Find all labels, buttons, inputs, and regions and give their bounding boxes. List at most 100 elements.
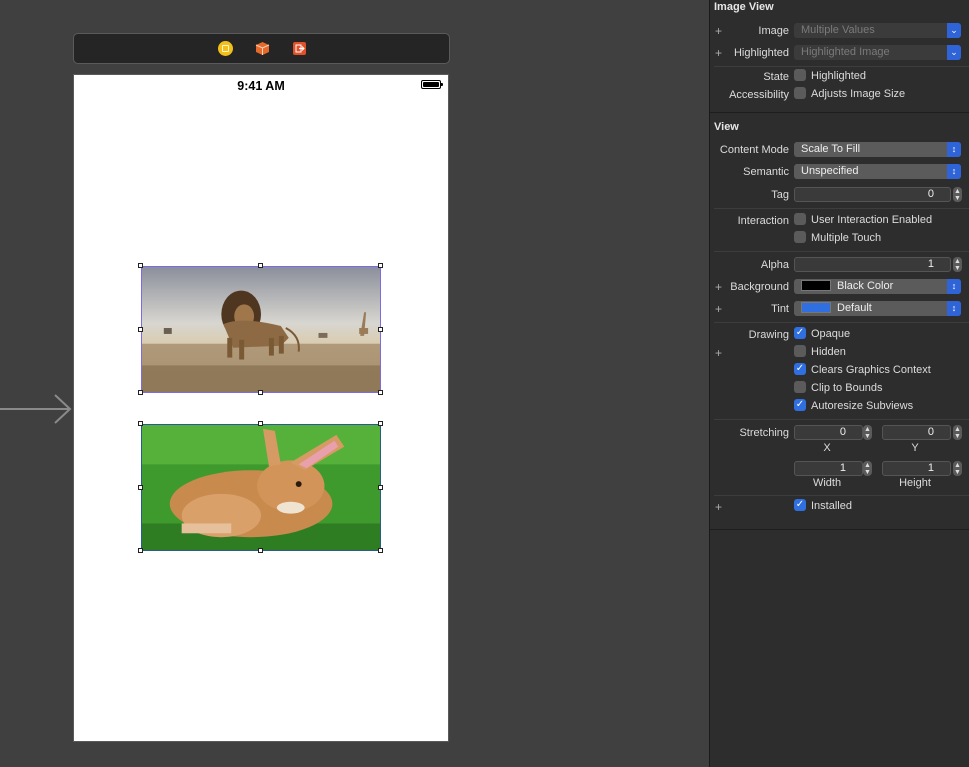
tint-color-swatch [801,301,831,313]
resize-handle[interactable] [378,421,383,426]
stretch-y-field[interactable]: 0 [882,425,951,440]
installed-label: Installed [811,500,852,512]
multiple-touch-row[interactable]: Multiple Touch [794,231,882,246]
stretch-width-field[interactable]: 1 [794,461,863,476]
clears-graphics-checkbox[interactable]: ✓ [794,363,806,376]
tag-stepper-icon[interactable]: ▲ ▼ [953,187,962,202]
chevron-updown-icon[interactable]: ↕ [947,164,961,179]
stretching-label: Stretching [739,427,789,439]
chevron-down-icon[interactable]: ⌄ [947,23,961,38]
add-variation-button[interactable]: + [715,302,722,316]
highlighted-checkbox[interactable] [794,69,806,82]
opaque-checkbox[interactable]: ✓ [794,327,806,340]
storyboard-canvas[interactable]: 9:41 AM [0,0,709,767]
clip-to-bounds-label: Clip to Bounds [811,382,883,394]
background-color-swatch [801,279,831,291]
image-combo[interactable]: Multiple Values ⌄ [794,23,961,38]
highlighted-combo-value: Highlighted Image [801,46,890,58]
adjusts-image-size-row[interactable]: Adjusts Image Size [794,87,906,102]
add-variation-button[interactable]: + [715,24,722,38]
semantic-label: Semantic [743,166,789,178]
hidden-checkbox[interactable] [794,345,806,358]
resize-handle[interactable] [138,263,143,268]
resize-handle[interactable] [138,390,143,395]
content-mode-label: Content Mode [719,144,789,156]
tint-label: Tint [771,303,789,315]
alpha-label: Alpha [760,259,789,271]
autoresize-row[interactable]: ✓ Autoresize Subviews [794,399,913,414]
entry-point-arrow-icon[interactable] [0,393,72,425]
stretch-width-stepper-icon[interactable]: ▲ ▼ [863,461,872,476]
image-combo-value: Multiple Values [801,24,875,36]
hidden-label: Hidden [811,346,846,358]
add-variation-button[interactable]: + [715,346,722,360]
alpha-stepper-icon[interactable]: ▲ ▼ [953,257,962,272]
autoresize-checkbox[interactable]: ✓ [794,399,806,412]
multiple-touch-label: Multiple Touch [811,232,882,244]
resize-handle[interactable] [138,327,143,332]
rabbit-photo [142,425,380,550]
view-controller-icon[interactable] [218,41,233,56]
clip-to-bounds-checkbox[interactable] [794,381,806,394]
stretch-height-stepper-icon[interactable]: ▲ ▼ [953,461,962,476]
resize-handle[interactable] [378,485,383,490]
interaction-label: Interaction [737,215,789,227]
resize-handle[interactable] [138,548,143,553]
hidden-row[interactable]: Hidden [794,345,846,360]
iphone-scene[interactable]: 9:41 AM [73,74,449,742]
attributes-inspector: Image View + Image Multiple Values ⌄ + H… [709,0,969,767]
resize-handle[interactable] [258,263,263,268]
resize-handle[interactable] [138,485,143,490]
divider [714,208,969,209]
stretch-x-field[interactable]: 0 [794,425,863,440]
clears-graphics-row[interactable]: ✓ Clears Graphics Context [794,363,931,378]
resize-handle[interactable] [258,390,263,395]
adjusts-image-size-checkbox[interactable] [794,87,806,100]
semantic-value: Unspecified [801,165,859,177]
image-label: Image [758,25,789,37]
add-variation-button[interactable]: + [715,280,722,294]
chevron-updown-icon[interactable]: ↕ [947,301,961,316]
clip-to-bounds-row[interactable]: Clip to Bounds [794,381,883,396]
installed-checkbox[interactable]: ✓ [794,499,806,512]
multiple-touch-checkbox[interactable] [794,231,806,244]
opaque-row[interactable]: ✓ Opaque [794,327,850,342]
content-mode-value: Scale To Fill [801,143,861,155]
scene-dock [73,33,450,64]
stretch-height-field[interactable]: 1 [882,461,951,476]
divider [714,322,969,323]
resize-handle[interactable] [258,548,263,553]
adjusts-image-size-label: Adjusts Image Size [811,88,906,100]
stretch-width-label: Width [812,477,842,489]
content-mode-popup[interactable]: Scale To Fill ↕ [794,142,961,157]
installed-row[interactable]: ✓ Installed [794,499,852,514]
alpha-field[interactable]: 1 [794,257,951,272]
chevron-updown-icon[interactable]: ↕ [947,142,961,157]
chevron-updown-icon[interactable]: ↕ [947,279,961,294]
add-variation-button[interactable]: + [715,46,722,60]
resize-handle[interactable] [258,421,263,426]
user-interaction-label: User Interaction Enabled [811,214,933,226]
first-responder-icon[interactable] [255,41,270,56]
stretch-x-stepper-icon[interactable]: ▲ ▼ [863,425,872,440]
user-interaction-row[interactable]: User Interaction Enabled [794,213,933,228]
exit-icon[interactable] [292,41,307,56]
resize-handle[interactable] [138,421,143,426]
image-view-lion[interactable] [141,266,381,393]
user-interaction-checkbox[interactable] [794,213,806,226]
add-variation-button[interactable]: + [715,500,722,514]
resize-handle[interactable] [378,327,383,332]
status-bar-time: 9:41 AM [237,79,285,93]
background-color-popup[interactable]: Black Color ↕ [794,279,961,294]
resize-handle[interactable] [378,548,383,553]
chevron-down-icon[interactable]: ⌄ [947,45,961,60]
resize-handle[interactable] [378,263,383,268]
highlighted-image-combo[interactable]: Highlighted Image ⌄ [794,45,961,60]
tag-field[interactable]: 0 [794,187,951,202]
resize-handle[interactable] [378,390,383,395]
stretch-y-stepper-icon[interactable]: ▲ ▼ [953,425,962,440]
semantic-popup[interactable]: Unspecified ↕ [794,164,961,179]
image-view-rabbit[interactable] [141,424,381,551]
highlighted-checkbox-row[interactable]: Highlighted [794,69,866,84]
tint-color-popup[interactable]: Default ↕ [794,301,961,316]
